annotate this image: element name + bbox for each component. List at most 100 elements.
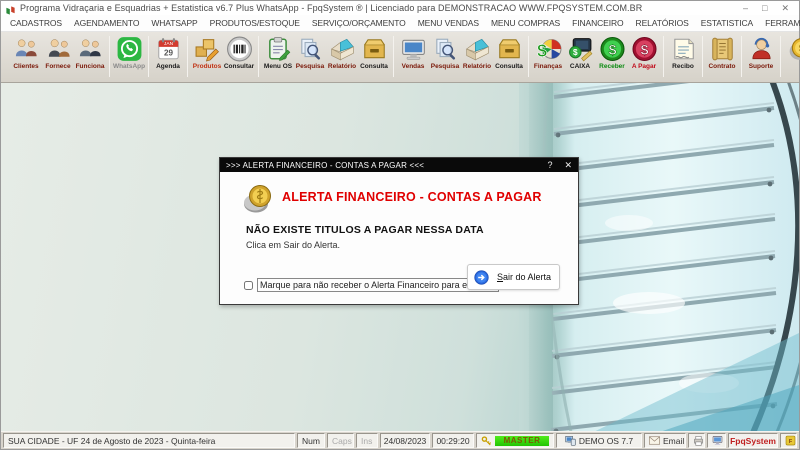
cashbook-icon: $ xyxy=(566,35,594,62)
dialog-titlebar[interactable]: >>> ALERTA FINANCEIRO - CONTAS A PAGAR <… xyxy=(220,158,578,172)
arrow-circle-icon xyxy=(474,269,489,285)
suppliers-people-icon xyxy=(44,35,72,62)
report-box-icon xyxy=(328,35,356,62)
toolbar-button-consultar[interactable]: Consultar xyxy=(223,33,255,80)
status-segment-location-date: SUA CIDADE - UF 24 de Agosto de 2023 - Q… xyxy=(3,433,295,448)
status-segment-user-level: MASTER xyxy=(476,433,554,448)
exit-button-label: Sair do Alerta xyxy=(497,272,552,282)
menu-item-whatsapp[interactable]: WHATSAPP xyxy=(146,17,202,29)
toolbar-button-suporte[interactable]: Suporte xyxy=(745,33,777,80)
alert-message: NÃO EXISTE TITULOS A PAGAR NESSA DATA xyxy=(246,224,484,236)
toolbar-separator xyxy=(187,36,188,77)
status-segment-app-shortcut[interactable]: F xyxy=(780,433,797,448)
status-segment-label: Caps xyxy=(332,435,352,446)
dialog-close-button[interactable]: ✕ xyxy=(564,159,572,171)
toolbar-button-label: Menu OS xyxy=(263,63,293,70)
toolbar-button-fornece[interactable]: Fornece xyxy=(42,33,74,80)
svg-text:$: $ xyxy=(608,41,616,57)
toolbar-button-label: Relatório xyxy=(327,63,357,70)
exit-alert-button[interactable]: Sair do Alerta xyxy=(467,264,560,290)
menu-bar: CADASTROS AGENDAMENTO WHATSAPP PRODUTOS/EST… xyxy=(1,15,800,32)
coin-icon: $ xyxy=(786,35,800,62)
menu-item-label: CADASTROS xyxy=(10,18,62,28)
close-button[interactable]: ✕ xyxy=(781,3,789,13)
toolbar-button-label: A Pagar xyxy=(631,63,657,70)
key-icon xyxy=(481,435,492,446)
toolbar-button-label: Vendas xyxy=(401,63,425,70)
toolbar-button-coin[interactable]: $ xyxy=(784,33,800,80)
app-logo-icon xyxy=(5,3,16,15)
toolbar-button-relat-rio[interactable]: Relatório xyxy=(461,33,493,80)
menu-item-label: AGENDAMENTO xyxy=(74,18,140,28)
menu-item-menu-compras[interactable]: MENU COMPRAS xyxy=(486,17,565,29)
status-segment-label: Num xyxy=(302,435,320,446)
dialog-help-button[interactable]: ? xyxy=(547,159,552,171)
toolbar-button-menu-os[interactable]: Menu OS xyxy=(262,33,294,80)
menu-item-estatistica[interactable]: ESTATISTICA xyxy=(696,17,758,29)
dismiss-checkbox-label[interactable]: Marque para não receber o Alerta Finance… xyxy=(257,278,499,292)
toolbar-button-consulta[interactable]: Consulta xyxy=(358,33,390,80)
menu-item-relat-rios[interactable]: RELATÓRIOS xyxy=(631,17,694,29)
toolbar-button-funciona[interactable]: Funciona xyxy=(74,33,106,80)
menu-item-label: MENU COMPRAS xyxy=(490,18,561,28)
toolbar-separator xyxy=(702,36,703,77)
toolbar-button-label: Clientes xyxy=(13,63,39,70)
toolbar-button-recibo[interactable]: Recibo xyxy=(667,33,699,80)
toolbar-button-produtos[interactable]: Produtos xyxy=(191,33,223,80)
toolbar-button-label: Contrato xyxy=(708,63,736,70)
svg-text:$: $ xyxy=(537,40,547,60)
finance-pie-icon: $ xyxy=(534,35,562,62)
menu-item-agendamento[interactable]: AGENDAMENTO xyxy=(69,17,144,29)
application-window: Programa Vidraçaria e Esquadrias + Estat… xyxy=(0,0,800,450)
drawer-icon xyxy=(495,35,523,62)
menu-item-servi-o-or-amento[interactable]: SERVIÇO/ORÇAMENTO xyxy=(307,17,411,29)
menu-item-financeiro[interactable]: FINANCEIRO xyxy=(567,17,628,29)
toolbar-button-pesquisa[interactable]: Pesquisa xyxy=(429,33,461,80)
menu-item-menu-vendas[interactable]: MENU VENDAS xyxy=(413,17,484,29)
toolbar-button-receber[interactable]: $ Receber xyxy=(596,33,628,80)
toolbar-button-finan-as[interactable]: $ Finanças xyxy=(532,33,564,80)
dismiss-check-row: Marque para não receber o Alerta Finance… xyxy=(244,278,499,292)
status-segment-remote-shortcut[interactable] xyxy=(707,433,726,448)
toolbar-separator xyxy=(780,36,781,77)
maximize-button[interactable]: □ xyxy=(762,3,767,13)
toolbar-button-relat-rio[interactable]: Relatório xyxy=(326,33,358,80)
toolbar-button-vendas[interactable]: Vendas xyxy=(397,33,429,80)
drawer-icon xyxy=(360,35,388,62)
menu-item-label: MENU VENDAS xyxy=(417,18,479,28)
alert-instruction: Clica em Sair do Alerta. xyxy=(246,240,341,250)
toolbar-button-consulta[interactable]: Consulta xyxy=(493,33,525,80)
toolbar-button-label: Finanças xyxy=(533,63,563,70)
toolbar-button-agenda[interactable]: JAN 29 Agenda xyxy=(152,33,184,80)
status-segment-label: 00:29:20 xyxy=(436,435,470,446)
toolbar-button-a-pagar[interactable]: $ A Pagar xyxy=(628,33,660,80)
toolbar-button-contrato[interactable]: Contrato xyxy=(706,33,738,80)
window-title: Programa Vidraçaria e Esquadrias + Estat… xyxy=(20,3,643,13)
envelope-icon xyxy=(649,435,660,446)
toolbar-button-label: Fornece xyxy=(45,63,71,70)
dialog-title: >>> ALERTA FINANCEIRO - CONTAS A PAGAR <… xyxy=(226,160,425,170)
toolbar-separator xyxy=(393,36,394,77)
status-segment-email-shortcut[interactable]: Email xyxy=(644,433,686,448)
toolbar-separator xyxy=(109,36,110,77)
toolbar: Clientes Fornece Funciona WhatsApp JAN 29 Agen… xyxy=(1,32,800,83)
menu-item-produtos-estoque[interactable]: PRODUTOS/ESTOQUE xyxy=(205,17,305,29)
toolbar-button-label: Consultar xyxy=(223,63,255,70)
dialog-body: ALERTA FINANCEIRO - CONTAS A PAGAR NÃO E… xyxy=(220,172,578,304)
toolbar-button-label: Receber xyxy=(599,63,625,70)
status-segment-caps-lock: Caps xyxy=(327,433,354,448)
dismiss-alert-checkbox[interactable] xyxy=(244,280,253,290)
toolbar-button-whatsapp[interactable]: WhatsApp xyxy=(113,33,145,80)
menu-item-label: FINANCEIRO xyxy=(572,18,624,28)
status-segment-label: DEMO OS 7.7 xyxy=(578,435,634,446)
minimize-button[interactable]: – xyxy=(743,3,748,13)
toolbar-button-clientes[interactable]: Clientes xyxy=(10,33,42,80)
menu-item-label: SERVIÇO/ORÇAMENTO xyxy=(311,18,406,28)
menu-item-ferramentas[interactable]: FERRAMENTAS xyxy=(760,17,800,29)
toolbar-button-caixa[interactable]: $ CAIXA xyxy=(564,33,596,80)
status-segment-printer-shortcut[interactable] xyxy=(688,433,705,448)
menu-item-label: WHATSAPP xyxy=(151,18,198,28)
menu-item-cadastros[interactable]: CADASTROS xyxy=(5,17,67,29)
clipboard-icon xyxy=(264,35,292,62)
toolbar-button-pesquisa[interactable]: Pesquisa xyxy=(294,33,326,80)
